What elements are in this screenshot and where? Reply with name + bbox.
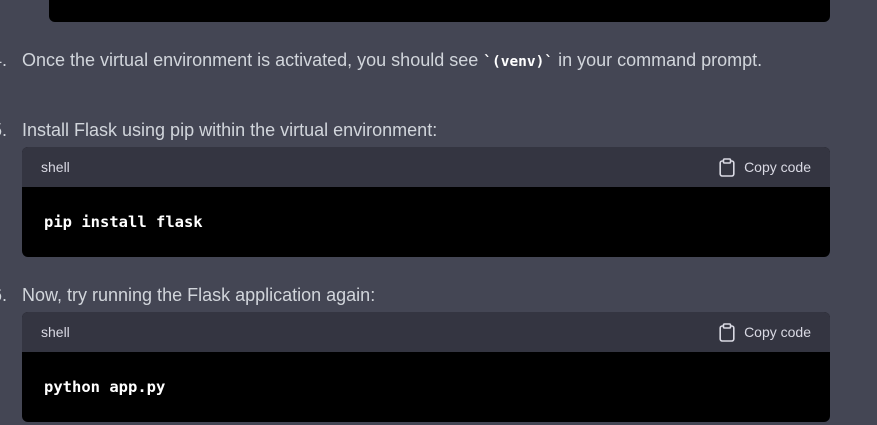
inline-code-venv: `(venv)` bbox=[483, 54, 554, 70]
copy-code-button[interactable]: Copy code bbox=[719, 322, 811, 342]
code-content: pip install flask bbox=[44, 213, 203, 231]
step-4-text-after: in your command prompt. bbox=[553, 50, 763, 70]
copy-code-label: Copy code bbox=[744, 159, 811, 175]
clipboard-icon bbox=[719, 157, 735, 177]
copy-code-label: Copy code bbox=[744, 324, 811, 340]
code-block-pip-install: shell Copy code pip install flask bbox=[22, 147, 830, 257]
code-block-run-app: shell Copy code python app.py bbox=[22, 312, 830, 422]
previous-code-block bbox=[49, 0, 830, 22]
step-4-text: Once the virtual environment is activate… bbox=[22, 43, 822, 80]
list-number-6: 6. bbox=[0, 285, 8, 305]
step-4-text-before: Once the virtual environment is activate… bbox=[22, 50, 484, 70]
chat-message-content: 4. Once the virtual environment is activ… bbox=[0, 0, 877, 425]
code-block-header: shell Copy code bbox=[22, 312, 830, 352]
code-content: python app.py bbox=[44, 378, 166, 396]
step-5-text: Install Flask using pip within the virtu… bbox=[22, 120, 438, 140]
code-block-header: shell Copy code bbox=[22, 147, 830, 187]
list-number-4: 4. bbox=[0, 50, 8, 70]
list-number-5: 5. bbox=[0, 120, 8, 140]
copy-code-button[interactable]: Copy code bbox=[719, 157, 811, 177]
code-language-label: shell bbox=[41, 159, 70, 175]
clipboard-icon bbox=[719, 322, 735, 342]
code-language-label: shell bbox=[41, 324, 70, 340]
step-6-text: Now, try running the Flask application a… bbox=[22, 285, 376, 305]
